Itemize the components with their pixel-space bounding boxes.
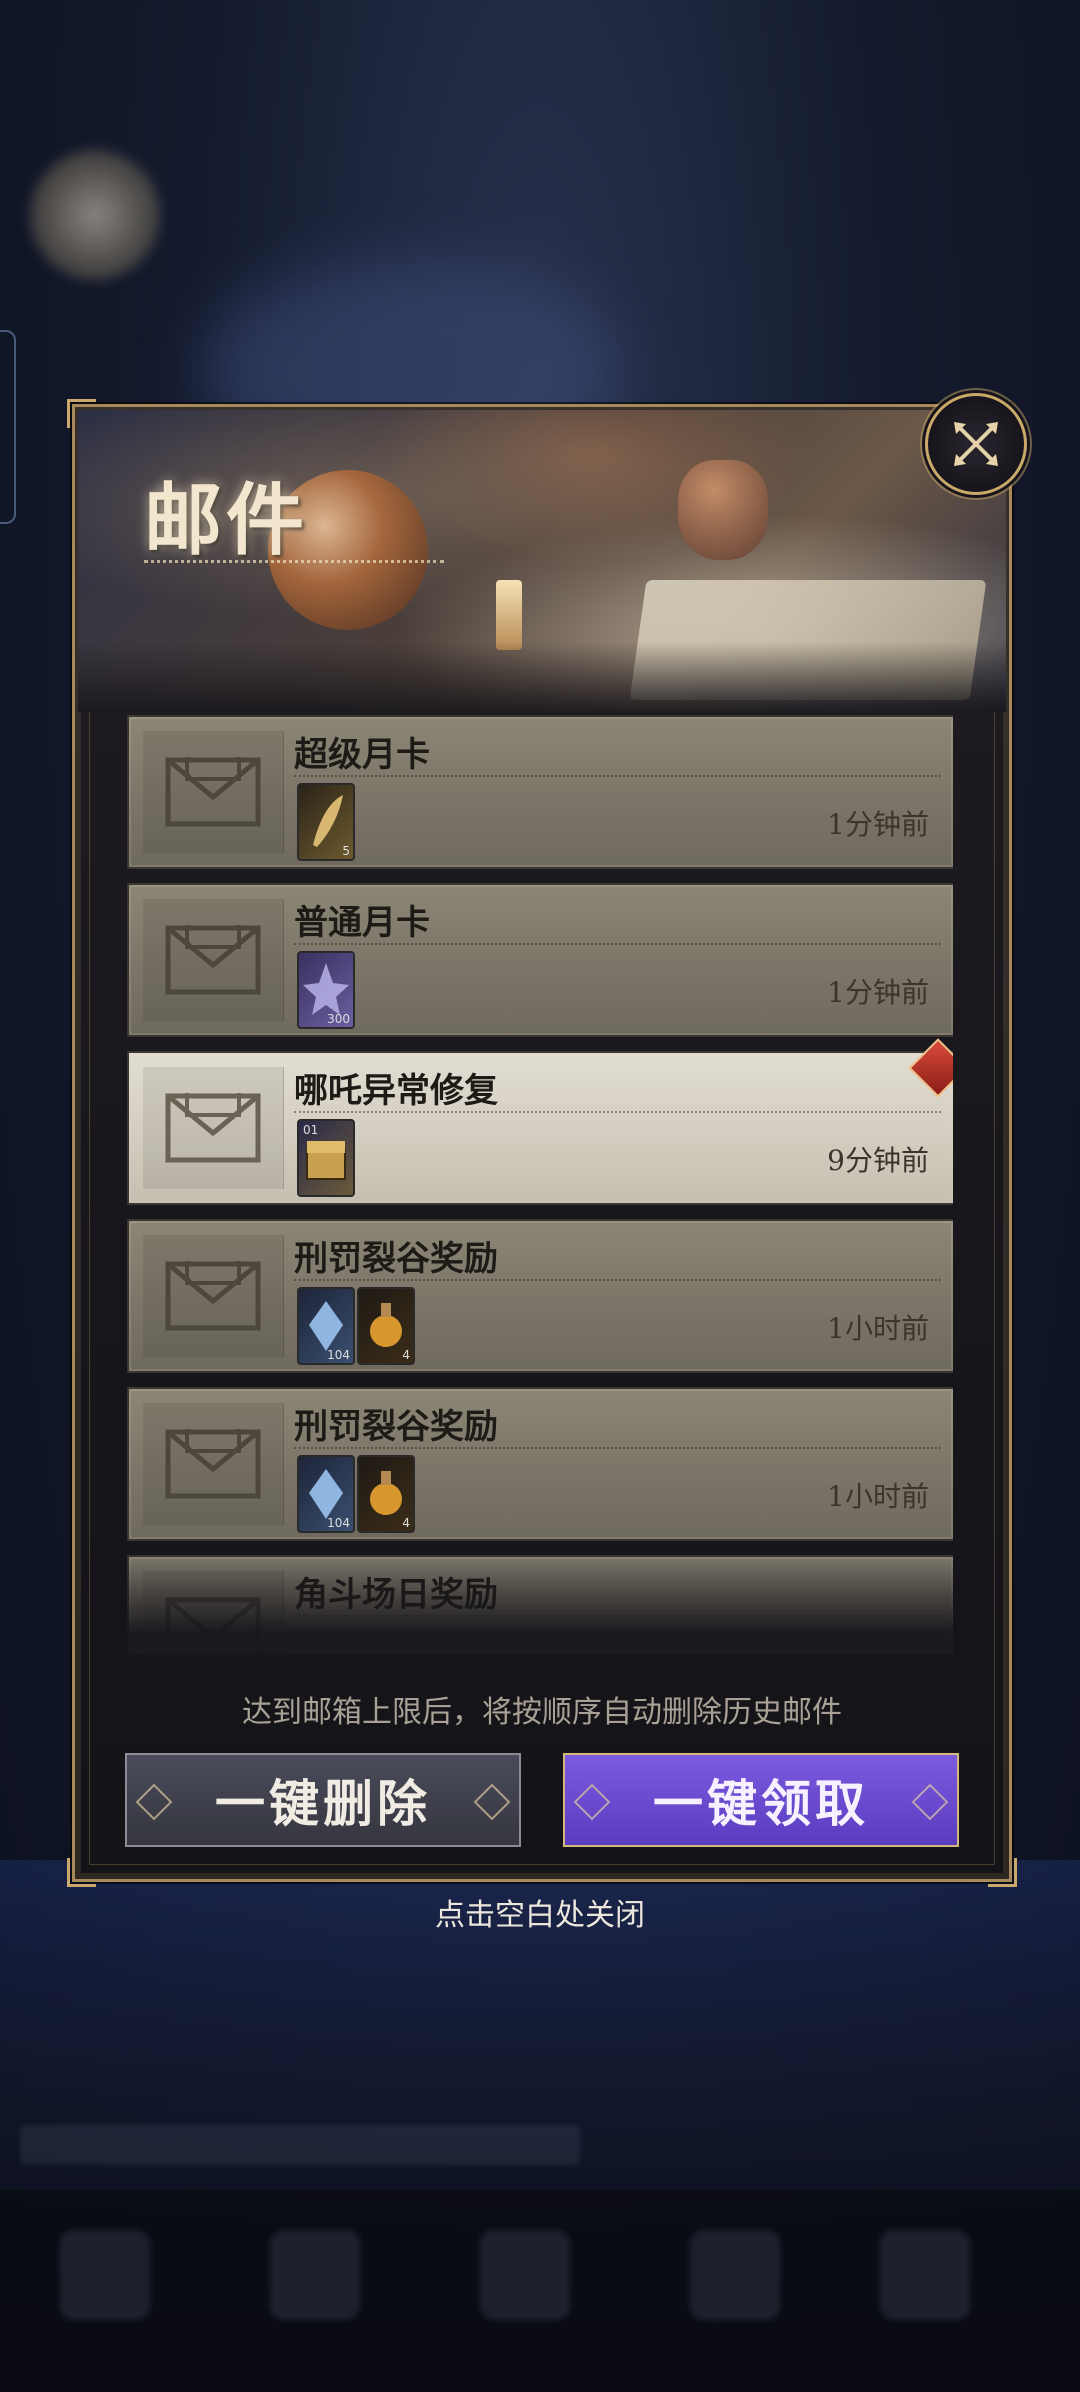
- panel-title: 邮件: [144, 475, 309, 566]
- mail-title: 普通月卡: [294, 903, 430, 943]
- envelope-icon: [143, 899, 284, 1021]
- claim-all-label: 一键领取: [653, 1774, 869, 1833]
- bg-nav-item: [690, 2230, 780, 2320]
- mail-title: 超级月卡: [294, 735, 430, 775]
- mail-title: 角斗场日奖励: [294, 1575, 498, 1615]
- tap-outside-to-close-hint[interactable]: 点击空白处关闭: [0, 1890, 1080, 1934]
- delete-all-button[interactable]: 一键删除: [125, 1753, 521, 1847]
- attachment-count: 104: [327, 1348, 350, 1362]
- bg-nav-item: [60, 2230, 150, 2320]
- bg-nav-item: [880, 2230, 970, 2320]
- envelope-icon: [143, 1067, 284, 1189]
- envelope-icon: [143, 1403, 284, 1525]
- corner-ornament: [988, 1858, 1017, 1887]
- mail-time: 1小时前: [827, 1480, 929, 1513]
- attachment-count: 01: [303, 1123, 319, 1137]
- mail-list[interactable]: 超级月卡 5 1分钟前 普通月卡 300 1分钟前 哪吒异常修复 01 9分钟前…: [127, 715, 953, 1655]
- banner-candle: [496, 580, 522, 650]
- close-icon: [954, 422, 998, 466]
- banner-teapot: [678, 460, 768, 560]
- attachment-count: 300: [327, 1012, 350, 1026]
- mail-divider: [294, 775, 941, 777]
- bg-ticker: [20, 2125, 580, 2165]
- button-ornament: [473, 1783, 511, 1821]
- blue-crystal-icon[interactable]: 104: [297, 1455, 355, 1533]
- button-ornament: [911, 1783, 949, 1821]
- button-ornament: [135, 1783, 173, 1821]
- mail-title: 刑罚裂谷奖励: [294, 1239, 498, 1279]
- bg-nav-item: [480, 2230, 570, 2320]
- mail-divider: [294, 1447, 941, 1449]
- title-underline: [144, 560, 444, 563]
- mail-title: 刑罚裂谷奖励: [294, 1407, 498, 1447]
- mail-divider: [294, 1279, 941, 1281]
- mail-banner: 邮件: [78, 410, 1006, 712]
- blue-crystal-icon[interactable]: 104: [297, 1287, 355, 1365]
- gift-badge-icon: [908, 1038, 953, 1098]
- mail-time: 9分钟前: [827, 1144, 929, 1177]
- button-ornament: [573, 1783, 611, 1821]
- attachment-count: 104: [327, 1516, 350, 1530]
- side-tab: [0, 330, 16, 524]
- mail-item[interactable]: 刑罚裂谷奖励 104 4 1小时前: [127, 1219, 953, 1373]
- potion-icon[interactable]: 4: [357, 1287, 415, 1365]
- close-button[interactable]: [925, 393, 1027, 495]
- mail-item[interactable]: 超级月卡 5 1分钟前: [127, 715, 953, 869]
- claim-all-button[interactable]: 一键领取: [563, 1753, 959, 1847]
- mail-divider: [294, 1615, 941, 1617]
- mail-title: 哪吒异常修复: [294, 1071, 498, 1111]
- mail-item[interactable]: 刑罚裂谷奖励 104 4 1小时前: [127, 1387, 953, 1541]
- attachment-count: 4: [402, 1348, 410, 1362]
- bg-nav-item: [270, 2230, 360, 2320]
- delete-all-label: 一键删除: [215, 1774, 431, 1833]
- treasure-chest-icon[interactable]: 01: [297, 1119, 355, 1197]
- mail-item-unread[interactable]: 哪吒异常修复 01 9分钟前: [127, 1038, 953, 1205]
- corner-ornament: [67, 1858, 96, 1887]
- banner-fade: [78, 642, 1006, 712]
- mail-divider: [294, 943, 941, 945]
- potion-icon[interactable]: 4: [357, 1455, 415, 1533]
- mail-time: 1分钟前: [827, 808, 929, 841]
- star-crystal-icon[interactable]: 300: [297, 951, 355, 1029]
- mail-time: 1小时前: [827, 1312, 929, 1345]
- mail-item[interactable]: 角斗场日奖励: [127, 1555, 953, 1655]
- envelope-icon: [143, 731, 284, 853]
- mailbox-limit-notice: 达到邮箱上限后，将按顺序自动删除历史邮件: [242, 1695, 842, 1730]
- player-avatar: [30, 150, 160, 280]
- gold-feather-icon[interactable]: 5: [297, 783, 355, 861]
- envelope-icon: [143, 1235, 284, 1357]
- mail-panel: 邮件 超级月卡 5 1分钟前 普通月卡 300 1分钟前 哪吒异常修复 01 9…: [67, 399, 1017, 1887]
- mail-divider: [294, 1111, 941, 1113]
- attachment-count: 5: [342, 844, 350, 858]
- attachment-count: 4: [402, 1516, 410, 1530]
- mail-item[interactable]: 普通月卡 300 1分钟前: [127, 883, 953, 1037]
- envelope-icon: [143, 1571, 284, 1655]
- mail-time: 1分钟前: [827, 976, 929, 1009]
